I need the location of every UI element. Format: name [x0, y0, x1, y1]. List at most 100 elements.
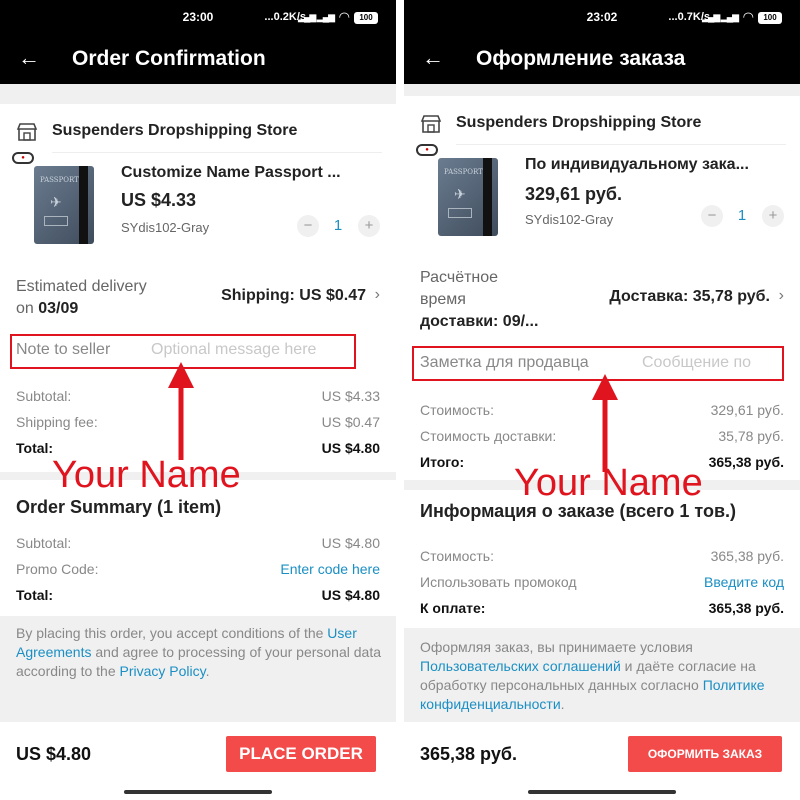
live-badge-icon: ● [416, 144, 438, 156]
delivery-date: 03/09 [38, 300, 79, 317]
chevron-right-icon[interactable]: › [375, 286, 380, 304]
order-summary-card: Order Summary (1 item) Subtotal: US $4.8… [0, 480, 396, 616]
promo-code-label: Использовать промокод [420, 574, 577, 590]
bottom-total: US $4.80 [16, 744, 92, 764]
delivery-on: on [16, 300, 34, 317]
shipping-fee-value: US $0.47 [321, 414, 380, 430]
shipping-option[interactable]: Shipping: US $0.47 [221, 287, 366, 305]
airplane-icon: ✈ [454, 186, 466, 202]
product-image[interactable]: PASSPORT ✈ [34, 166, 94, 244]
subtotal-label: Subtotal: [16, 388, 72, 404]
place-order-button[interactable]: ОФОРМИТЬ ЗАКАЗ [628, 736, 782, 772]
store-name[interactable]: Suspenders Dropshipping Store [52, 122, 297, 140]
total-value: US $4.80 [321, 440, 380, 456]
order-confirmation-screen-en: 23:00 ...0.2K/s ▂▄▆ ▂▄▆ ◠ 100 ← Order Co… [0, 0, 396, 800]
estimated-delivery: Estimated delivery on 03/09 [16, 276, 147, 320]
summary-total-label: К оплате: [420, 600, 486, 616]
legal-text-3: . [560, 696, 565, 712]
airplane-icon: ✈ [50, 194, 62, 210]
subtotal-value: 329,61 руб. [710, 402, 784, 418]
shipping-fee-label: Стоимость доставки: [420, 428, 557, 444]
summary-total-value: US $4.80 [321, 587, 380, 603]
bottom-total: 365,38 руб. [420, 744, 517, 764]
quantity-increase-button[interactable]: + [358, 215, 380, 237]
product-image[interactable]: PASSPORT ✈ [438, 158, 498, 236]
subtotal-label: Стоимость: [420, 402, 494, 418]
status-time: 23:02 [586, 10, 618, 24]
delivery-label: Estimated delivery [16, 278, 147, 295]
bottom-bar: US $4.80 PLACE ORDER [0, 722, 396, 800]
total-value: 365,38 руб. [708, 454, 784, 470]
live-badge-icon: ● [12, 152, 34, 164]
annotation-text: Your Name [52, 454, 241, 496]
legal-text-1: Оформляя заказ, вы принимаете условия [420, 639, 693, 655]
product-name[interactable]: По индивидуальному зака... [525, 156, 749, 174]
signal-icon: ▂▄▆ ▂▄▆ [298, 12, 335, 22]
status-bar: 23:00 ...0.2K/s ▂▄▆ ▂▄▆ ◠ 100 [0, 0, 396, 34]
privacy-policy-link[interactable]: Privacy Policy [120, 663, 206, 679]
gesture-bar [124, 790, 272, 794]
quantity-increase-button[interactable]: + [762, 205, 784, 227]
gesture-bar [528, 790, 676, 794]
delivery-line-2: время [420, 291, 466, 308]
delivery-line-1: Расчётное [420, 269, 499, 286]
place-order-button[interactable]: PLACE ORDER [226, 736, 376, 772]
user-agreements-link[interactable]: Пользовательских соглашений [420, 658, 621, 674]
page-title: Оформление заказа [476, 47, 686, 70]
quantity-decrease-button[interactable]: − [297, 215, 319, 237]
product-image-text: PASSPORT [444, 168, 483, 176]
product-sku: SYdis102-Gray [121, 220, 210, 235]
total-label: Итого: [420, 454, 465, 470]
product-image-text: PASSPORT [40, 176, 79, 184]
annotation-text: Your Name [514, 462, 703, 504]
battery-icon: 100 [354, 12, 378, 24]
order-summary-card: Информация о заказе (всего 1 тов.) Стоим… [404, 490, 800, 628]
quantity-value[interactable]: 1 [734, 207, 750, 224]
page-title: Order Confirmation [72, 47, 266, 70]
summary-subtotal-value: US $4.80 [321, 535, 380, 551]
promo-code-link[interactable]: Enter code here [280, 561, 380, 577]
chevron-right-icon[interactable]: › [779, 287, 784, 305]
battery-icon: 100 [758, 12, 782, 24]
back-arrow-icon[interactable]: ← [422, 45, 444, 71]
divider [52, 152, 382, 153]
quantity-value[interactable]: 1 [330, 217, 346, 234]
product-strap [79, 166, 88, 244]
delivery-line-3: доставки: 09/... [420, 313, 539, 330]
divider [456, 144, 786, 145]
panel-divider [396, 0, 404, 800]
legal-text-3: . [205, 663, 210, 679]
store-icon [420, 115, 442, 133]
shipping-option[interactable]: Доставка: 35,78 руб. [609, 288, 770, 306]
back-arrow-icon[interactable]: ← [18, 45, 40, 71]
estimated-delivery: Расчётное время доставки: 09/... [420, 267, 538, 333]
product-strap [483, 158, 492, 236]
wifi-icon: ◠ [742, 9, 754, 24]
summary-subtotal-value: 365,38 руб. [710, 548, 784, 564]
promo-code-label: Promo Code: [16, 561, 99, 577]
bottom-bar: 365,38 руб. ОФОРМИТЬ ЗАКАЗ [404, 722, 800, 800]
product-price: US $4.33 [121, 190, 197, 210]
app-bar: ← Оформление заказа [404, 34, 800, 84]
product-name[interactable]: Customize Name Passport ... [121, 164, 341, 182]
summary-subtotal-label: Subtotal: [16, 535, 72, 551]
order-confirmation-screen-ru: 23:02 ...0.7K/s ▂▄▆ ▂▄▆ ◠ 100 ← Оформлен… [404, 0, 800, 800]
quantity-decrease-button[interactable]: − [701, 205, 723, 227]
app-bar: ← Order Confirmation [0, 34, 396, 84]
signal-icon: ▂▄▆ ▂▄▆ [702, 12, 739, 22]
shipping-fee-label: Shipping fee: [16, 414, 98, 430]
legal-text: By placing this order, you accept condit… [16, 624, 384, 681]
annotation-arrow-icon [168, 362, 194, 460]
subtotal-value: US $4.33 [321, 388, 380, 404]
promo-code-link[interactable]: Введите код [704, 574, 784, 590]
summary-total-value: 365,38 руб. [708, 600, 784, 616]
legal-text: Оформляя заказ, вы принимаете условия По… [420, 638, 788, 714]
summary-subtotal-label: Стоимость: [420, 548, 494, 564]
product-sku: SYdis102-Gray [525, 212, 614, 227]
total-label: Total: [16, 440, 54, 456]
order-summary-title: Order Summary (1 item) [16, 497, 222, 517]
store-name[interactable]: Suspenders Dropshipping Store [456, 114, 701, 132]
product-price: 329,61 руб. [525, 184, 622, 204]
product-seal [44, 216, 68, 226]
store-icon [16, 123, 38, 141]
